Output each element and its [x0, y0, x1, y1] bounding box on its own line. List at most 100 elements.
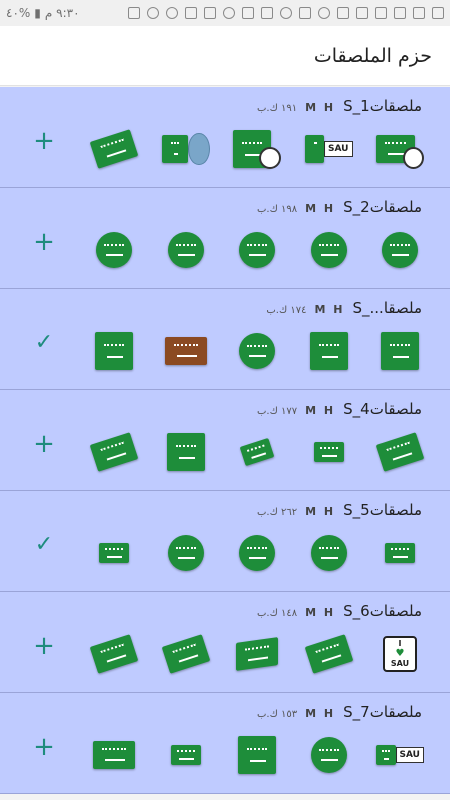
alarm-icon	[166, 7, 178, 19]
flag-ribbon-icon	[233, 229, 281, 271]
flag-map-icon	[375, 431, 425, 473]
sticker-pack-row[interactable]: ملصقات4_S M H ١٧٧ ك.ب +	[0, 390, 450, 491]
soccer-notification-icon	[223, 7, 235, 19]
flag-round-badge-icon	[376, 229, 424, 271]
pack-size: ١٧٤ ك.ب	[266, 305, 307, 316]
status-icons	[128, 7, 444, 19]
battery-percent: %٤٠	[6, 6, 31, 20]
pack-author: M H	[305, 404, 336, 417]
pack-header: ملصقات7_S M H ١٥٣ ك.ب	[257, 703, 422, 721]
pack-size: ١٤٨ ك.ب	[257, 608, 298, 619]
pack-header: ملصقات6_S M H ١٤٨ ك.ب	[257, 602, 422, 620]
sticker-pack-row[interactable]: ملصقات7_S M H ١٥٣ ك.ب + SAU	[0, 693, 450, 794]
pack-author: M H	[305, 606, 336, 619]
pack-author: M H	[314, 303, 345, 316]
signal-icon	[128, 7, 140, 19]
pack-size: ١٥٣ ك.ب	[257, 709, 298, 720]
pack-size: ١٩١ ك.ب	[257, 103, 298, 114]
flipboard-icon	[242, 7, 254, 19]
page-title: حزم الملصقات	[313, 44, 432, 67]
pack-name: ملصقا..._S	[352, 299, 422, 317]
flag-balloons-2-icon	[233, 532, 281, 574]
added-check-icon[interactable]: ✓	[30, 531, 58, 559]
pack-size: ٢٦٢ ك.ب	[257, 507, 298, 518]
add-pack-button[interactable]: +	[30, 632, 58, 660]
pack-size: ١٩٨ ك.ب	[257, 204, 298, 215]
flag-sim-card-icon	[162, 734, 210, 776]
flag-round-button-icon	[90, 229, 138, 271]
mail-icon	[261, 7, 273, 19]
download-2-icon	[204, 7, 216, 19]
flag-gears-icon	[305, 229, 353, 271]
flag-suitcase-icon	[162, 330, 210, 372]
add-pack-button[interactable]: +	[30, 430, 58, 458]
flag-map-icon	[89, 128, 139, 170]
add-pack-button[interactable]: +	[30, 733, 58, 761]
battery-icon: ▮	[34, 6, 41, 20]
app-bar: حزم الملصقات	[0, 26, 450, 86]
sticker-pack-row[interactable]: ملصقات1_S M H ١٩١ ك.ب + SAU	[0, 87, 450, 188]
flag-star-icon	[305, 330, 353, 372]
sticker-pack-row[interactable]: ملصقات2_S M H ١٩٨ ك.ب +	[0, 188, 450, 289]
pack-name: ملصقات6_S	[343, 602, 422, 620]
pack-header: ملصقات4_S M H ١٧٧ ك.ب	[257, 400, 422, 418]
pack-author: M H	[305, 101, 336, 114]
pack-header: ملصقات2_S M H ١٩٨ ك.ب	[257, 198, 422, 216]
pack-name: ملصقات2_S	[343, 198, 422, 216]
sticker-preview-row	[90, 327, 424, 375]
flag-pin-sign-icon	[305, 431, 353, 473]
flag-bunting-icon	[90, 532, 138, 574]
sticker-pack-row[interactable]: ملصقا..._S M H ١٧٤ ك.ب ✓	[0, 289, 450, 390]
added-check-icon[interactable]: ✓	[30, 329, 58, 357]
status-time: ٩:٣٠ م	[44, 6, 80, 20]
flag-globe-icon	[161, 128, 210, 170]
flag-3d-icon	[233, 633, 281, 675]
pack-author: M H	[305, 202, 336, 215]
flag-airplane-icon	[376, 532, 424, 574]
camera-2-icon	[375, 7, 387, 19]
flag-square-icon	[90, 330, 138, 372]
flag-grunge-icon	[90, 734, 138, 776]
sticker-pack-row[interactable]: ملصقات5_S M H ٢٦٢ ك.ب ✓	[0, 491, 450, 592]
status-bar: ٩:٣٠ م ▮ %٤٠	[0, 0, 450, 26]
flag-wavy-icon	[89, 431, 139, 473]
sticker-preview-row	[89, 428, 425, 476]
flag-square-button-icon	[305, 734, 353, 776]
image-icon	[337, 7, 349, 19]
sticker-pack-row[interactable]: ملصقات6_S M H ١٤٨ ك.ب + I ♥ SAU	[0, 592, 450, 693]
flag-speech-bubble-icon	[162, 532, 210, 574]
flag-box-icon	[162, 431, 210, 473]
flag-sau-tag-icon: SAU	[376, 734, 424, 776]
add-pack-button[interactable]: +	[30, 127, 58, 155]
heart-notification-icon	[318, 7, 330, 19]
download-icon	[185, 7, 197, 19]
flag-soccer-poster-icon	[233, 128, 281, 170]
flag-sticker-peel-icon	[162, 229, 210, 271]
i-love-sau-icon: I ♥ SAU	[376, 633, 424, 675]
sticker-pack-list: ملصقات1_S M H ١٩١ ك.ب + SAU ملصقات2_S M H ١٩٨ ك…	[0, 87, 450, 800]
telegram-icon	[413, 7, 425, 19]
flag-balloons-icon	[305, 532, 353, 574]
camera-icon	[356, 7, 368, 19]
add-pack-button[interactable]: +	[30, 228, 58, 256]
pack-author: M H	[305, 707, 336, 720]
phone-icon	[394, 7, 406, 19]
flag-soccer-ball-icon	[376, 128, 424, 170]
sticker-preview-row	[90, 529, 424, 577]
flag-square-dark-icon	[233, 734, 281, 776]
sticker-preview-row: SAU	[89, 125, 424, 173]
flag-cube-button-icon	[233, 330, 281, 372]
pack-header: ملصقات5_S M H ٢٦٢ ك.ب	[257, 501, 422, 519]
sticker-preview-row	[90, 226, 424, 274]
pack-name: ملصقات5_S	[343, 501, 422, 519]
pack-author: M H	[305, 505, 336, 518]
flag-heart-icon	[376, 330, 424, 372]
check-notification-icon	[280, 7, 292, 19]
wifi-icon	[147, 7, 159, 19]
telegram-2-icon	[432, 7, 444, 19]
flag-waving-icon	[89, 633, 139, 675]
flag-pole-icon	[304, 633, 353, 675]
pack-name: ملصقات7_S	[343, 703, 422, 721]
pack-name: ملصقات1_S	[343, 97, 422, 115]
pack-header: ملصقا..._S M H ١٧٤ ك.ب	[266, 299, 422, 317]
